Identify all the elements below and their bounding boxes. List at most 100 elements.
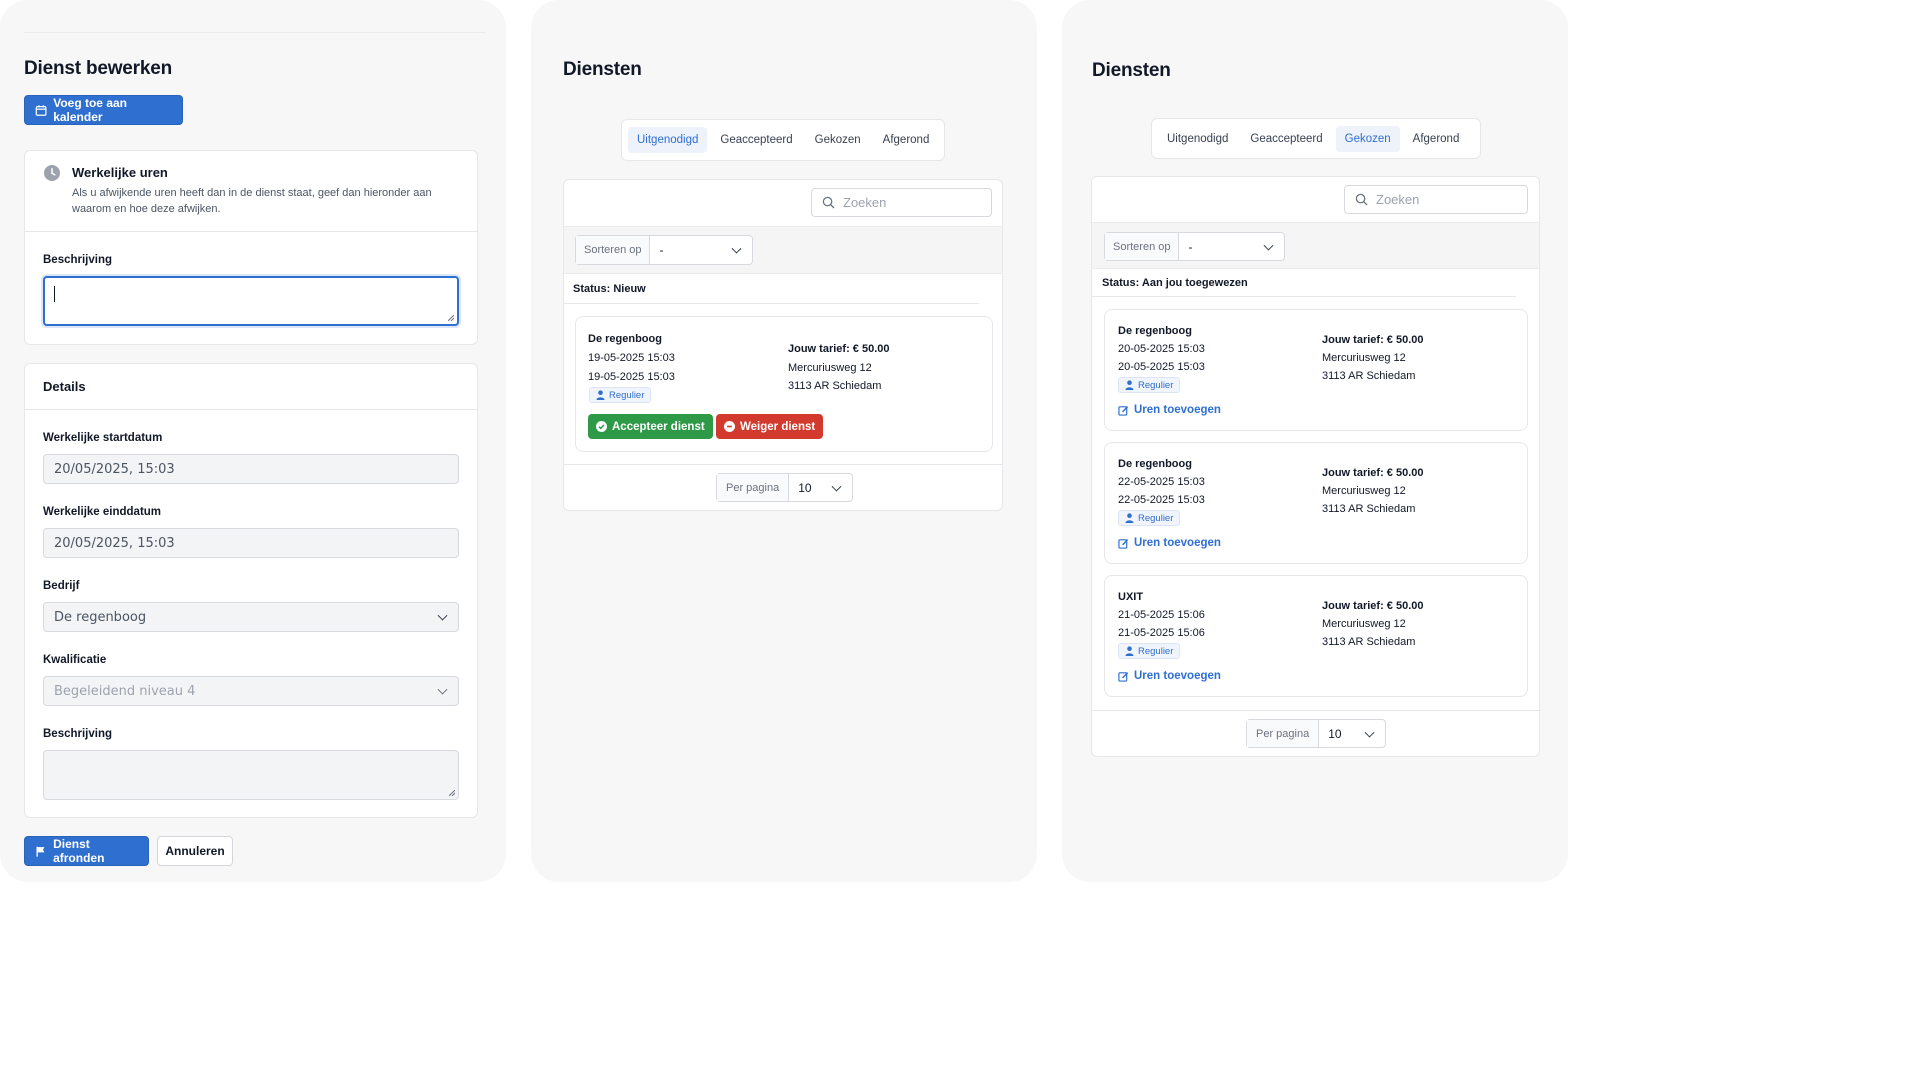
tab-afgerond[interactable]: Afgerond (1404, 126, 1469, 152)
shift-start: 21-05-2025 15:06 (1118, 609, 1205, 621)
reject-shift-label: Weiger dienst (740, 420, 816, 433)
tab-uitgenodigd[interactable]: Uitgenodigd (1158, 126, 1237, 152)
reject-shift-button[interactable]: Weiger dienst (716, 414, 824, 439)
actual-hours-title: Werkelijke uren (72, 165, 168, 180)
shift-rate: Jouw tarief: € 50.00 (1322, 600, 1424, 612)
shift-start: 22-05-2025 15:03 (1118, 476, 1205, 488)
divider (25, 231, 477, 232)
user-icon (1125, 513, 1134, 523)
shift-city: 3113 AR Schiedam (788, 380, 882, 392)
per-page-label: Per pagina (717, 474, 790, 501)
details-title: Details (43, 379, 86, 394)
company-select[interactable]: De regenboog (43, 602, 459, 632)
tab-gekozen[interactable]: Gekozen (1335, 125, 1400, 152)
qualification-value: Begeleidend niveau 4 (54, 683, 196, 699)
end-date-field[interactable]: 20/05/2025, 15:03 (43, 528, 459, 558)
tab-gekozen[interactable]: Gekozen (806, 127, 870, 153)
description-label: Beschrijving (43, 254, 113, 266)
tab-uitgenodigd[interactable]: Uitgenodigd (628, 127, 708, 153)
clock-icon (44, 165, 60, 181)
divider (564, 464, 1002, 465)
add-hours-link[interactable]: Uren toevoegen (1118, 404, 1221, 416)
resize-grip-icon[interactable] (448, 315, 454, 321)
per-page-select[interactable]: Per pagina 10 (1246, 719, 1386, 748)
sort-label: Sorteren op (1105, 233, 1180, 260)
shift-company: De regenboog (1118, 325, 1192, 337)
tab-geaccepteerd[interactable]: Geaccepteerd (1241, 126, 1331, 152)
accept-shift-label: Accepteer dienst (612, 420, 705, 433)
add-hours-label: Uren toevoegen (1134, 537, 1221, 549)
shift-card: UXIT 21-05-2025 15:06 21-05-2025 15:06 R… (1104, 575, 1528, 697)
search-placeholder: Zoeken (843, 195, 887, 210)
shift-rate: Jouw tarief: € 50.00 (1322, 467, 1424, 479)
shifts-chosen-panel: Diensten Uitgenodigd Geaccepteerd Gekoze… (1062, 0, 1568, 882)
search-icon (1355, 193, 1368, 206)
shift-street: Mercuriusweg 12 (1322, 485, 1406, 497)
per-page-select[interactable]: Per pagina 10 (716, 473, 853, 502)
flag-icon (36, 846, 45, 857)
shift-tabs: Uitgenodigd Geaccepteerd Gekozen Afgeron… (621, 119, 945, 161)
resize-grip-icon[interactable] (449, 790, 455, 796)
shift-rate: Jouw tarief: € 50.00 (788, 343, 890, 355)
check-circle-icon (596, 421, 607, 432)
shift-start: 19-05-2025 15:03 (588, 352, 675, 364)
actual-hours-description-input[interactable] (43, 276, 459, 326)
shift-city: 3113 AR Schiedam (1322, 636, 1416, 648)
shift-type-label: Regulier (1138, 645, 1174, 657)
sort-select[interactable]: Sorteren op - (575, 235, 753, 265)
shift-card: De regenboog 22-05-2025 15:03 22-05-2025… (1104, 442, 1528, 564)
shift-company: De regenboog (588, 333, 662, 345)
per-page-value: 10 (798, 480, 812, 495)
add-to-calendar-button[interactable]: Voeg toe aan kalender (24, 95, 183, 125)
shift-type-badge: Regulier (1118, 510, 1181, 526)
user-icon (1125, 646, 1134, 656)
shift-type-label: Regulier (609, 389, 645, 401)
add-hours-link[interactable]: Uren toevoegen (1118, 670, 1221, 682)
search-icon (822, 196, 835, 209)
chevron-down-icon (1364, 727, 1375, 738)
add-hours-link[interactable]: Uren toevoegen (1118, 537, 1221, 549)
chevron-down-icon (1263, 240, 1274, 251)
actual-hours-text-2: waarom en hoe deze afwijken. (72, 203, 221, 215)
shift-type-badge: Regulier (589, 387, 652, 403)
start-date-field[interactable]: 20/05/2025, 15:03 (43, 454, 459, 484)
shift-end: 20-05-2025 15:03 (1118, 361, 1205, 373)
shifts-invited-panel: Diensten Uitgenodigd Geaccepteerd Gekoze… (531, 0, 1037, 882)
shift-city: 3113 AR Schiedam (1322, 503, 1416, 515)
start-date-label: Werkelijke startdatum (43, 432, 163, 444)
add-to-calendar-label: Voeg toe aan kalender (53, 96, 127, 124)
page-title: Diensten (1092, 60, 1171, 81)
search-input[interactable]: Zoeken (1344, 185, 1528, 214)
tab-afgerond[interactable]: Afgerond (874, 127, 939, 153)
chevron-down-icon (731, 243, 742, 254)
shift-start: 20-05-2025 15:03 (1118, 343, 1205, 355)
chevron-down-icon (831, 481, 842, 492)
shift-type-badge: Regulier (1118, 643, 1181, 659)
shift-street: Mercuriusweg 12 (1322, 618, 1406, 630)
chevron-down-icon (437, 684, 448, 695)
shift-street: Mercuriusweg 12 (1322, 352, 1406, 364)
shift-card: De regenboog 19-05-2025 15:03 19-05-2025… (575, 316, 993, 452)
shift-end: 22-05-2025 15:03 (1118, 494, 1205, 506)
qualification-select[interactable]: Begeleidend niveau 4 (43, 676, 459, 706)
shift-company: De regenboog (1118, 458, 1192, 470)
per-page-value: 10 (1328, 726, 1342, 741)
minus-circle-icon (724, 421, 735, 432)
sort-select[interactable]: Sorteren op - (1104, 232, 1285, 261)
status-heading: Status: Aan jou toegewezen (1102, 277, 1248, 289)
finish-shift-button[interactable]: Dienst afronden (24, 836, 149, 866)
accept-shift-button[interactable]: Accepteer dienst (588, 414, 713, 439)
cancel-button[interactable]: Annuleren (157, 836, 233, 866)
text-cursor (54, 286, 55, 302)
add-hours-label: Uren toevoegen (1134, 404, 1221, 416)
edit-icon (1118, 405, 1129, 416)
qualification-label: Kwalificatie (43, 654, 107, 666)
search-input[interactable]: Zoeken (811, 188, 992, 217)
details-card: Details Werkelijke startdatum 20/05/2025… (24, 363, 478, 818)
company-label: Bedrijf (43, 580, 80, 592)
details-description-label: Beschrijving (43, 728, 113, 740)
details-description-input[interactable] (43, 750, 459, 800)
add-hours-label: Uren toevoegen (1134, 670, 1221, 682)
shift-card: De regenboog 20-05-2025 15:03 20-05-2025… (1104, 309, 1528, 431)
tab-geaccepteerd[interactable]: Geaccepteerd (711, 127, 801, 153)
